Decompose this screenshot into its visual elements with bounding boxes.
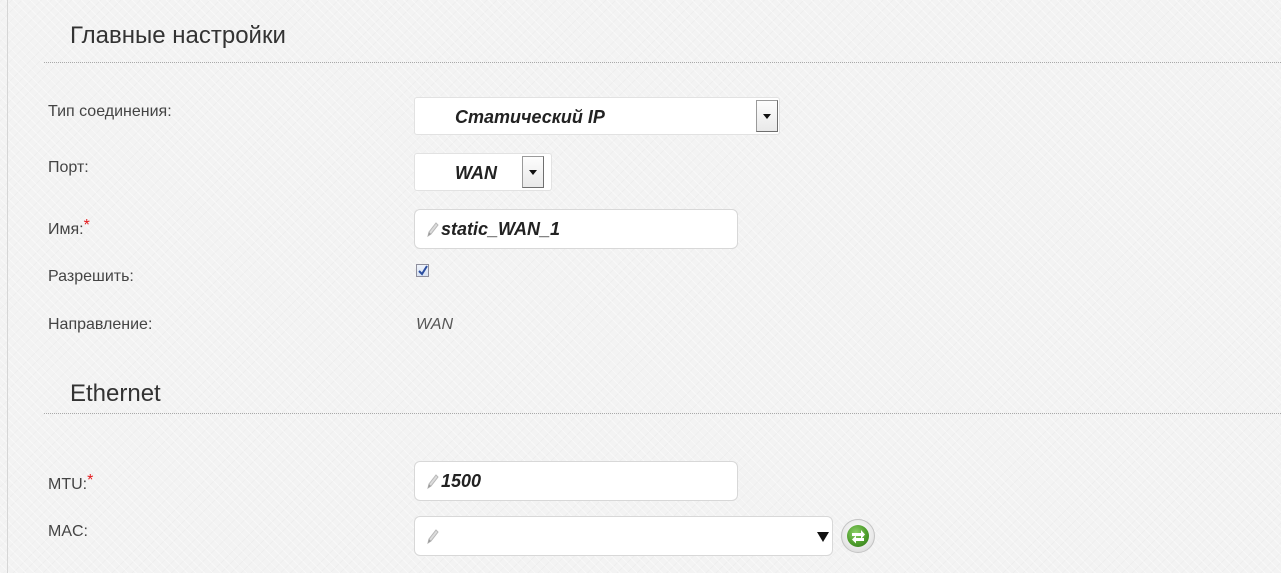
page-frame-border [7, 0, 8, 573]
mac-label: MAC: [48, 523, 88, 540]
checkmark-icon [418, 265, 428, 276]
mtu-value: 1500 [441, 471, 482, 491]
pencil-icon [427, 529, 439, 545]
port-select[interactable]: WAN [414, 153, 552, 191]
name-label: Имя:* [48, 217, 90, 238]
section-divider-ethernet [44, 413, 1281, 414]
enable-label: Разрешить: [48, 268, 134, 285]
refresh-arrows-icon [852, 530, 865, 544]
mac-combobox[interactable] [414, 516, 833, 556]
mac-refresh-button[interactable] [841, 519, 875, 553]
section-divider-main [44, 62, 1281, 63]
chevron-down-icon[interactable] [522, 156, 544, 188]
port-value: WAN [455, 163, 497, 183]
pencil-icon [427, 474, 439, 490]
direction-value: WAN [416, 316, 454, 333]
chevron-down-icon[interactable] [817, 532, 829, 542]
name-input[interactable]: static_WAN_1 [414, 209, 738, 249]
connection-type-label: Тип соединения: [48, 103, 172, 120]
connection-type-value: Статический IP [455, 107, 605, 127]
section-title-ethernet: Ethernet [70, 380, 161, 407]
mtu-label: MTU:* [48, 472, 94, 493]
enable-checkbox[interactable] [416, 264, 429, 277]
mtu-input[interactable]: 1500 [414, 461, 738, 501]
direction-label: Направление: [48, 316, 153, 333]
chevron-down-icon[interactable] [756, 100, 778, 132]
pencil-icon [427, 222, 439, 238]
port-label: Порт: [48, 159, 89, 176]
required-mark: * [83, 217, 90, 234]
section-title-main: Главные настройки [70, 22, 286, 49]
name-value: static_WAN_1 [441, 219, 561, 239]
required-mark: * [87, 472, 94, 489]
connection-type-select[interactable]: Статический IP [414, 97, 780, 135]
